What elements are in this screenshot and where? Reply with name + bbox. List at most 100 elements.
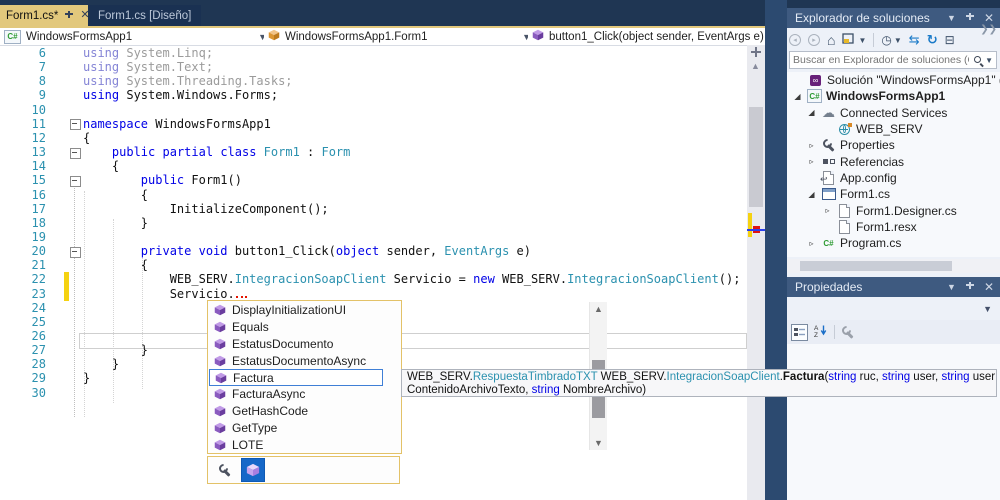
close-icon[interactable]: ✕ [984, 11, 994, 25]
search-icon[interactable] [972, 54, 985, 67]
code-line[interactable]: 20 private void button1_Click(object sen… [0, 244, 747, 258]
code-line[interactable]: 12{ [0, 131, 747, 145]
tree-item-label: Referencias [840, 155, 904, 169]
code-line[interactable]: 21 { [0, 258, 747, 272]
expander-icon[interactable]: ▹ [806, 141, 817, 150]
back-icon[interactable]: ◂ [789, 34, 801, 46]
line-number: 20 [0, 244, 46, 258]
type-dropdown[interactable]: WindowsFormsApp1.Form1 ▼ [264, 28, 536, 45]
alphabetical-sort-icon[interactable]: AZ [814, 324, 828, 340]
code-line[interactable]: 10 [0, 103, 747, 117]
properties-object-combo[interactable]: ▼ [787, 299, 1000, 317]
completion-item-displayinitializationui[interactable]: DisplayInitializationUI [209, 302, 383, 319]
collapse-all-icon[interactable]: ⊟ [945, 33, 955, 47]
visual-studio-window: Form1.cs* ✕ Form1.cs [Diseño] ▼ C# Windo… [0, 0, 1000, 500]
completion-item-label: LOTE [232, 438, 263, 452]
code-line[interactable]: 7using System.Text; [0, 60, 747, 74]
code-line[interactable]: 23 Servicio. [0, 287, 747, 301]
tree-item-form1-designer-cs[interactable]: ▹ Form1.Designer.cs [787, 202, 1000, 218]
categorized-icon[interactable] [791, 324, 808, 341]
tree-item-program-cs[interactable]: ▹C#Program.cs [787, 235, 1000, 251]
split-window-grip-icon[interactable] [751, 47, 761, 57]
search-input[interactable] [790, 54, 972, 66]
collapse-region-icon[interactable] [70, 247, 81, 258]
scroll-up-icon[interactable]: ▲ [751, 61, 760, 71]
property-pages-icon[interactable] [841, 326, 854, 339]
collapse-region-icon[interactable] [70, 176, 81, 187]
expander-icon[interactable]: ▹ [822, 206, 833, 215]
window-position-icon[interactable]: ▼ [947, 13, 956, 23]
completion-item-estatusdocumento[interactable]: EstatusDocumento [209, 336, 383, 353]
methods-filter-button[interactable] [241, 458, 265, 482]
scroll-down-icon[interactable]: ▼ [594, 438, 603, 448]
completion-item-gettype[interactable]: GetType [209, 420, 383, 437]
code-line[interactable]: 6using System.Linq; [0, 46, 747, 60]
tree-item-properties[interactable]: ▹Properties [787, 137, 1000, 153]
close-icon[interactable]: ✕ [984, 280, 994, 294]
project-dropdown[interactable]: C# WindowsFormsApp1 ▼ [0, 28, 272, 45]
chevron-down-icon[interactable]: ▼ [985, 56, 996, 65]
pin-icon[interactable] [64, 10, 74, 22]
solution-explorer-titlebar[interactable]: Explorador de soluciones ▼ ✕ [787, 8, 1000, 28]
expander-icon[interactable]: ◢ [792, 92, 803, 101]
tree-item-form1-resx[interactable]: Form1.resx [787, 219, 1000, 235]
tree-item-connected-services[interactable]: ◢☁Connected Services [787, 105, 1000, 121]
solution-explorer-search[interactable]: ▼ [789, 51, 997, 69]
tree-item-soluci-n-windowsformsapp1-1-proy[interactable]: ∞Solución "WindowsFormsApp1" (1 proy [787, 72, 1000, 88]
tree-item-referencias[interactable]: ▹ Referencias [787, 154, 1000, 170]
forward-icon[interactable]: ▸ [808, 34, 820, 46]
switch-views-icon[interactable] [842, 33, 856, 48]
expander-icon[interactable]: ▹ [806, 157, 817, 166]
code-line[interactable]: 11namespace WindowsFormsApp1 [0, 117, 747, 131]
code-line[interactable]: 22 WEB_SERV.IntegracionSoapClient Servic… [0, 272, 747, 286]
completion-item-lote[interactable]: LOTE [209, 436, 383, 453]
chevron-down-icon[interactable]: ▼ [894, 36, 902, 45]
collapse-region-icon[interactable] [70, 148, 81, 159]
properties-titlebar[interactable]: Propiedades ▼ ✕ [787, 277, 1000, 297]
tree-item-windowsformsapp1[interactable]: ◢C#WindowsFormsApp1 [787, 88, 1000, 104]
expander-icon[interactable]: ▹ [806, 239, 817, 248]
completion-item-estatusdocumentoasync[interactable]: EstatusDocumentoAsync [209, 352, 383, 369]
code-line[interactable]: 8using System.Threading.Tasks; [0, 74, 747, 88]
scrollbar-thumb[interactable] [749, 107, 763, 207]
member-dropdown[interactable]: button1_Click(object sender, EventArgs e… [528, 28, 785, 45]
code-line[interactable]: 9using System.Windows.Forms; [0, 88, 747, 102]
code-line[interactable]: 15 public Form1() [0, 173, 747, 187]
error-squiggle [236, 292, 247, 298]
code-line[interactable]: 19 [0, 230, 747, 244]
code-line[interactable]: 13 public partial class Form1 : Form [0, 145, 747, 159]
pending-changes-filter-icon[interactable]: ◷ [881, 33, 891, 47]
collapse-region-icon[interactable] [70, 119, 81, 130]
panel-top-chrome [787, 0, 1000, 8]
tree-item-web-serv[interactable]: WEB_SERV [787, 121, 1000, 137]
toolbar-overflow-icon[interactable]: ❯❯ [980, 24, 997, 35]
panel-splitter[interactable] [765, 0, 787, 500]
pin-icon[interactable] [965, 12, 975, 24]
code-line[interactable]: 18 } [0, 216, 747, 230]
completion-item-gethashcode[interactable]: GetHashCode [209, 403, 383, 420]
code-line[interactable]: 16 { [0, 188, 747, 202]
expander-icon[interactable]: ◢ [806, 190, 817, 199]
tree-item-app-config[interactable]: ↩App.config [787, 170, 1000, 186]
tree-item-label: Form1.Designer.cs [856, 204, 957, 218]
wrench-icon[interactable] [218, 464, 231, 477]
refresh-icon[interactable]: ↻ [927, 32, 938, 48]
expander-icon[interactable]: ◢ [806, 108, 817, 117]
member-dropdown-label: button1_Click(object sender, EventArgs e… [549, 31, 764, 43]
editor-vertical-scrollbar[interactable]: ▲ [747, 45, 765, 500]
chevron-down-icon[interactable]: ▼ [858, 36, 866, 45]
scrollbar-thumb[interactable] [800, 261, 952, 271]
pin-icon[interactable] [965, 281, 975, 293]
tree-item-form1-cs[interactable]: ◢Form1.cs [787, 186, 1000, 202]
window-position-icon[interactable]: ▼ [947, 282, 956, 292]
code-line[interactable]: 14 { [0, 159, 747, 173]
scroll-up-icon[interactable]: ▲ [594, 304, 603, 314]
tab-form1-cs[interactable]: Form1.cs* ✕ [0, 5, 96, 26]
completion-item-factura[interactable]: Factura [209, 369, 383, 386]
home-icon[interactable]: ⌂ [827, 32, 835, 48]
tab-form1-cs-designer[interactable]: Form1.cs [Diseño] [88, 5, 201, 26]
completion-item-facturaasync[interactable]: FacturaAsync [209, 386, 383, 403]
code-line[interactable]: 17 InitializeComponent(); [0, 202, 747, 216]
sync-with-active-document-icon[interactable]: ⇆ [909, 32, 920, 48]
completion-item-equals[interactable]: Equals [209, 319, 383, 336]
